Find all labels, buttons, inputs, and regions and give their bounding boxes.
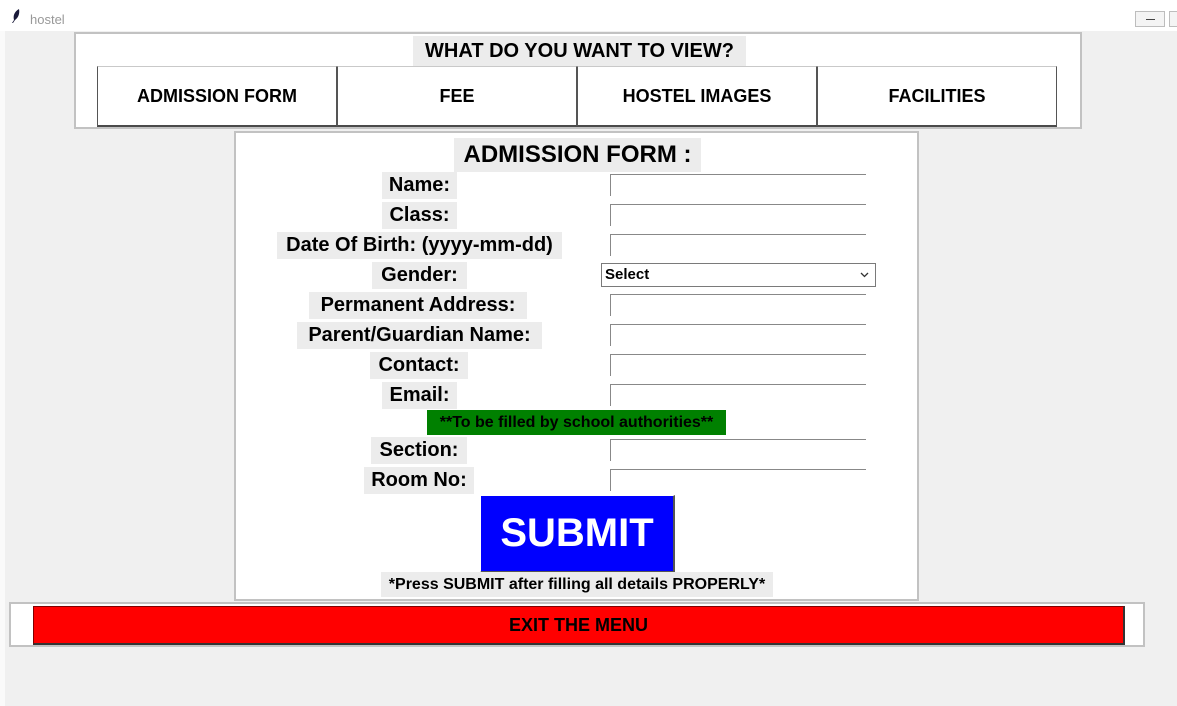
view-menu-frame: WHAT DO YOU WANT TO VIEW? ADMISSION FORM… <box>74 32 1082 129</box>
name-input[interactable] <box>610 174 866 196</box>
email-label: Email: <box>382 382 457 409</box>
gender-select[interactable]: Select <box>601 263 876 287</box>
title-bar: hostel <box>0 0 1177 31</box>
dob-input[interactable] <box>610 234 866 256</box>
window-left-edge <box>0 31 5 706</box>
form-title: ADMISSION FORM : <box>454 138 701 172</box>
room-label: Room No: <box>364 467 474 494</box>
address-label: Permanent Address: <box>309 292 527 319</box>
contact-label: Contact: <box>370 352 468 379</box>
class-label: Class: <box>382 202 457 229</box>
contact-input[interactable] <box>610 354 866 376</box>
exit-menu-button[interactable]: EXIT THE MENU <box>33 606 1125 645</box>
guardian-label: Parent/Guardian Name: <box>297 322 542 349</box>
hostel-images-button[interactable]: HOSTEL IMAGES <box>577 66 817 127</box>
email-input[interactable] <box>610 384 866 406</box>
class-input[interactable] <box>610 204 866 226</box>
facilities-button[interactable]: FACILITIES <box>817 66 1057 127</box>
admission-form-frame: ADMISSION FORM : Name: Class: Date Of Bi… <box>234 131 919 601</box>
exit-frame: EXIT THE MENU <box>9 602 1145 647</box>
dob-label: Date Of Birth: (yyyy-mm-dd) <box>277 232 562 259</box>
minimize-button[interactable] <box>1135 11 1165 27</box>
room-input[interactable] <box>610 469 866 491</box>
guardian-input[interactable] <box>610 324 866 346</box>
section-input[interactable] <box>610 439 866 461</box>
gender-label: Gender: <box>372 262 467 289</box>
address-input[interactable] <box>610 294 866 316</box>
authority-note: **To be filled by school authorities** <box>427 410 726 435</box>
feather-icon <box>12 9 20 23</box>
chevron-down-icon <box>860 272 869 278</box>
fee-button[interactable]: FEE <box>337 66 577 127</box>
window-title: hostel <box>30 12 65 27</box>
gender-selected-value: Select <box>605 266 650 283</box>
maximize-button[interactable] <box>1169 11 1177 27</box>
section-label: Section: <box>371 437 467 464</box>
admission-form-button[interactable]: ADMISSION FORM <box>97 66 337 127</box>
name-label: Name: <box>382 172 457 199</box>
submit-instruction: *Press SUBMIT after filling all details … <box>381 572 773 597</box>
view-menu-heading: WHAT DO YOU WANT TO VIEW? <box>413 36 746 66</box>
submit-button[interactable]: SUBMIT <box>480 495 675 573</box>
